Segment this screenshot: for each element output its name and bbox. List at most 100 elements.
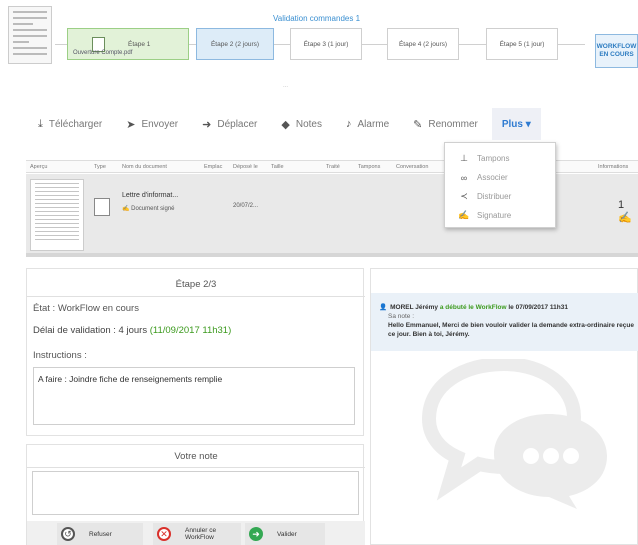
workflow-step-3[interactable]: Étape 3 (1 jour) — [290, 28, 362, 60]
delay-label: Délai de validation : 4 jours — [33, 325, 150, 336]
menu-item-associate[interactable]: ∞ Associer — [445, 168, 555, 187]
validate-button[interactable]: ➜ Valider — [245, 523, 325, 545]
note-input[interactable] — [32, 471, 359, 515]
download-label: Télécharger — [48, 118, 103, 130]
workflow-step-2[interactable]: Étape 2 (2 jours) — [196, 28, 274, 60]
move-button[interactable]: ➜ Déplacer — [202, 108, 257, 140]
workflow-step-5[interactable]: Étape 5 (1 jour) — [486, 28, 558, 60]
comment-action: a débuté le WorkFlow — [439, 304, 507, 311]
document-name[interactable]: Lettre d'informat... — [122, 192, 178, 199]
download-icon: ⤓ — [38, 117, 43, 130]
alarm-button[interactable]: ♪ Alarme — [346, 108, 389, 140]
divider — [27, 467, 365, 468]
menu-item-label: Tampons — [477, 154, 510, 163]
menu-item-label: Signature — [477, 211, 512, 220]
menu-item-signature[interactable]: ✍ Signature — [445, 206, 555, 225]
workflow-document-label: Ouverture Compte.pdf — [73, 50, 133, 56]
step-panel: Étape 2/3 État : WorkFlow en cours Délai… — [26, 268, 365, 436]
validate-label: Valider — [277, 530, 297, 538]
note-panel: Votre note ↺ Refuser ✕ Annuler ce WorkFl… — [26, 444, 365, 545]
column-header[interactable]: Emplac — [204, 164, 222, 170]
column-header[interactable]: Tampons — [358, 164, 380, 170]
comment-text: Hello Emmanuel, Merci de bien vouloir va… — [388, 322, 634, 338]
notes-button[interactable]: ◆ Notes — [281, 108, 322, 140]
pencil-icon: ✎ — [413, 118, 423, 131]
column-header[interactable]: Traité — [326, 164, 340, 170]
signed-label: Document signé — [131, 206, 175, 212]
column-header[interactable]: Aperçu — [30, 164, 47, 170]
workflow-status-badge: WORKFLOW EN COURS — [595, 34, 638, 68]
comment-author: MOREL Jérémy — [390, 304, 439, 311]
cancel-label-line2: WorkFlow — [185, 534, 214, 541]
menu-item-label: Distribuer — [477, 192, 512, 201]
alarm-label: Alarme — [357, 118, 390, 130]
undo-icon: ↺ — [61, 527, 75, 541]
download-button[interactable]: ⤓ Télécharger — [38, 108, 102, 140]
workflow-state: État : WorkFlow en cours — [33, 303, 139, 314]
notes-label: Notes — [295, 118, 322, 130]
move-label: Déplacer — [217, 118, 258, 130]
workflow-step-4[interactable]: Étape 4 (2 jours) — [387, 28, 459, 60]
share-icon: ≺ — [460, 191, 468, 201]
column-header[interactable]: Déposé le — [233, 164, 258, 170]
workflow-step-label: Étape 3 (1 jour) — [303, 40, 349, 48]
more-dropdown-menu: ⊥ Tampons ∞ Associer ≺ Distribuer ✍ Sign… — [444, 142, 556, 228]
workflow-step-label: Étape 2 (2 jours) — [210, 40, 260, 48]
signature-icon: ✍ — [122, 206, 132, 212]
conversation-panel: 👤 MOREL Jérémy a débuté le WorkFlow le 07… — [370, 268, 638, 545]
document-info: 1 ✍ — [618, 199, 638, 224]
horizontal-scrollbar[interactable] — [26, 253, 638, 257]
menu-item-distribute[interactable]: ≺ Distribuer — [445, 187, 555, 206]
refuse-button[interactable]: ↺ Refuser — [57, 523, 143, 545]
comment-note-label: Sa note : — [388, 313, 415, 320]
document-thumbnail[interactable] — [8, 6, 52, 64]
workflow-subtitle: ... — [283, 83, 289, 89]
user-icon: 👤 — [379, 304, 388, 311]
column-header[interactable]: Informations — [598, 164, 628, 170]
workflow-step-1[interactable]: Étape 1 Ouverture Compte.pdf — [67, 28, 189, 60]
instructions-label: Instructions : — [33, 350, 87, 361]
send-button[interactable]: ➤ Envoyer — [126, 108, 178, 140]
send-label: Envoyer — [141, 118, 179, 130]
cancel-label-line1: Annuler ce — [185, 527, 217, 534]
action-bar: ↺ Refuser ✕ Annuler ce WorkFlow ➜ Valide… — [27, 521, 365, 545]
refuse-label: Refuser — [89, 530, 112, 538]
column-header[interactable]: Type — [94, 164, 106, 170]
signed-badge: ✍ Document signé — [122, 205, 175, 212]
step-title: Étape 2/3 — [175, 279, 217, 290]
more-label: Plus ▾ — [501, 118, 531, 130]
note-title: Votre note — [174, 451, 218, 462]
column-header[interactable]: Conversation — [396, 164, 428, 170]
workflow-band: Validation commandes 1 Étape 1 Ouverture… — [0, 0, 638, 96]
menu-item-stamps[interactable]: ⊥ Tampons — [445, 149, 555, 168]
document-toolbar: ⤓ Télécharger ➤ Envoyer ➜ Déplacer ◆ Not… — [0, 108, 638, 140]
link-icon: ∞ — [460, 172, 468, 183]
document-preview[interactable] — [30, 179, 84, 251]
tag-icon: ◆ — [281, 118, 290, 131]
workflow-title: Validation commandes 1 — [273, 14, 361, 23]
column-header[interactable]: Taille — [271, 164, 284, 170]
workflow-step-label: Étape 5 (1 jour) — [499, 40, 545, 48]
column-header[interactable]: Nom du document — [122, 164, 167, 170]
arrow-right-icon: ➜ — [202, 118, 212, 131]
bell-icon: ♪ — [345, 118, 352, 130]
stamp-icon: ⊥ — [460, 153, 468, 163]
comment-item: 👤 MOREL Jérémy a débuté le WorkFlow le 07… — [371, 293, 638, 351]
more-menu-button[interactable]: Plus ▾ — [491, 108, 541, 140]
workflow-step-label: Étape 1 — [128, 41, 151, 48]
validation-delay: Délai de validation : 4 jours (11/09/201… — [33, 325, 231, 336]
rename-button[interactable]: ✎ Renommer — [413, 108, 478, 140]
divider — [27, 296, 365, 297]
document-date: 20/07/2... — [233, 203, 259, 209]
paper-plane-icon: ➤ — [126, 118, 136, 131]
cancel-workflow-button[interactable]: ✕ Annuler ce WorkFlow — [153, 523, 241, 545]
menu-item-label: Associer — [477, 173, 508, 182]
info-count: 1 — [618, 199, 625, 211]
delay-date: (11/09/2017 11h31) — [149, 325, 232, 336]
cancel-label: Annuler ce WorkFlow — [185, 527, 216, 541]
instructions-box: A faire : Joindre fiche de renseignement… — [33, 367, 355, 425]
cancel-icon: ✕ — [157, 527, 171, 541]
document-type-icon — [94, 198, 110, 216]
chat-bubbles-icon — [421, 359, 607, 509]
rename-label: Renommer — [428, 118, 478, 130]
